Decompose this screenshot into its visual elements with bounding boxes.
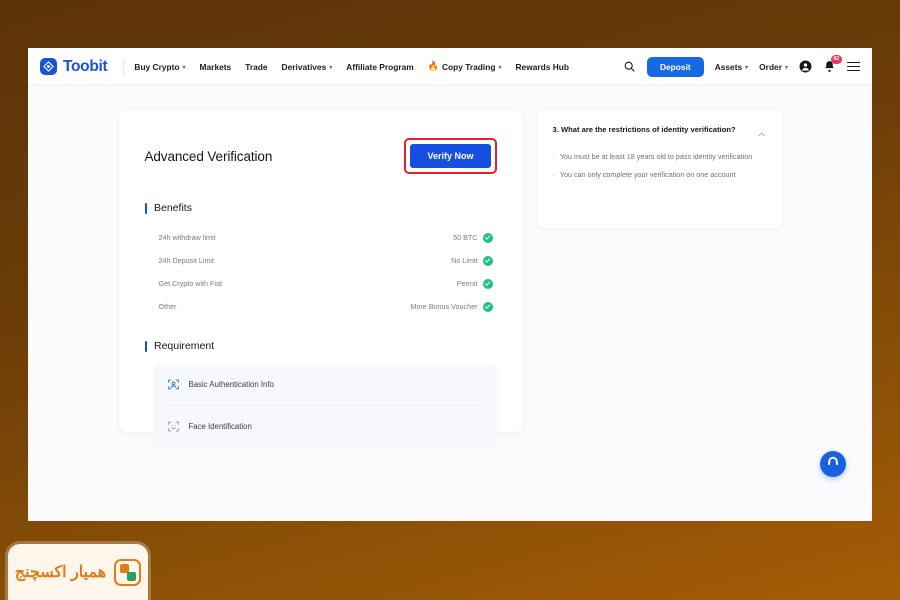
nav-label: Copy Trading: [441, 61, 496, 72]
requirement-label: Basic Authentication Info: [188, 380, 274, 389]
benefit-value-group: No Limit: [451, 255, 493, 266]
nav-label: Affiliate Program: [346, 61, 414, 72]
chevron-down-icon: ▾: [498, 64, 502, 71]
verify-now-button[interactable]: Verify Now: [410, 144, 491, 168]
chevron-down-icon: ▾: [784, 64, 788, 71]
benefit-value: More Bonus Voucher: [410, 302, 478, 311]
faq-answer-item: · You can only complete your verificatio…: [553, 170, 766, 181]
benefit-label: Other: [158, 302, 177, 311]
basic-auth-person-icon: [167, 378, 180, 391]
benefit-label: Get Crypto with Fiat: [158, 279, 223, 288]
faq-question-header[interactable]: 3. What are the restrictions of identity…: [553, 124, 766, 144]
nav-item-buy-crypto[interactable]: Buy Crypto ▾: [134, 62, 185, 72]
benefits-list: 24h withdraw limit 50 BTC 24h Deposit Li…: [145, 226, 497, 318]
nav-links: Buy Crypto ▾ Markets Trade Derivatives ▾…: [134, 60, 570, 72]
section-accent-bar: [144, 202, 147, 214]
search-icon[interactable]: [623, 60, 636, 73]
requirement-section-header: Requirement: [144, 340, 497, 352]
nav-label: Derivatives: [281, 61, 327, 72]
nav-label: Assets: [714, 61, 743, 72]
user-avatar-icon[interactable]: [799, 60, 812, 73]
nav-item-assets[interactable]: Assets ▾: [715, 62, 748, 72]
flame-icon: 🔥: [427, 60, 439, 71]
green-check-icon: [482, 278, 493, 289]
green-check-icon: [482, 301, 493, 312]
faq-panel: 3. What are the restrictions of identity…: [536, 110, 782, 228]
notification-badge: 42: [830, 55, 842, 64]
bullet-marker: ·: [552, 152, 555, 161]
advanced-verification-card: Advanced Verification Verify Now Benefit…: [118, 110, 523, 447]
nav-item-order[interactable]: Order ▾: [759, 62, 788, 72]
nav-right-actions: Deposit Assets ▾ Order ▾ 42: [623, 55, 860, 77]
support-chat-button[interactable]: [820, 451, 846, 477]
faq-answer-list: · You must be at least 18 years old to p…: [553, 152, 766, 181]
benefit-row: 24h withdraw limit 50 BTC: [159, 226, 493, 249]
browser-frame: Toobit Buy Crypto ▾ Markets Trade Deriva…: [28, 48, 872, 521]
bell-icon[interactable]: 42: [823, 55, 842, 73]
benefit-value-group: 50 BTC: [453, 232, 493, 243]
benefits-title: Benefits: [154, 202, 192, 214]
hamburger-menu-icon[interactable]: [847, 61, 860, 72]
benefit-row: Other More Bonus Voucher: [159, 295, 493, 318]
faq-answer-text: You must be at least 18 years old to pas…: [559, 152, 753, 161]
section-accent-bar: [144, 340, 147, 352]
page-title: Advanced Verification: [144, 148, 273, 164]
green-check-icon: [482, 255, 493, 266]
chevron-down-icon: ▾: [329, 64, 333, 71]
benefit-label: 24h Deposit Limit: [158, 256, 215, 265]
requirement-item-face-identification[interactable]: Face Identification: [166, 405, 483, 447]
benefit-row: 24h Deposit Limit No Limit: [159, 249, 493, 272]
nav-label: Trade: [245, 61, 268, 72]
nav-label: Markets: [199, 61, 232, 72]
headset-support-icon: [826, 455, 840, 474]
nav-item-derivatives[interactable]: Derivatives ▾: [282, 62, 333, 72]
benefit-value-group: Permit: [456, 278, 493, 289]
requirement-list: Basic Authentication Info Face Identific…: [152, 364, 497, 447]
nav-item-affiliate-program[interactable]: Affiliate Program: [346, 62, 413, 72]
nav-label: Buy Crypto: [134, 61, 180, 72]
watermark-text: همیار اکسچنج: [14, 564, 107, 581]
requirement-label: Face Identification: [188, 422, 252, 431]
benefit-value: 50 BTC: [453, 233, 478, 242]
benefit-value-group: More Bonus Voucher: [410, 301, 493, 312]
requirement-title: Requirement: [154, 340, 215, 352]
chevron-down-icon: ▾: [745, 64, 749, 71]
watermark: همیار اکسچنج: [8, 544, 148, 600]
nav-label: Rewards Hub: [515, 61, 570, 72]
benefits-section-header: Benefits: [144, 202, 497, 214]
benefit-label: 24h withdraw limit: [158, 233, 216, 242]
benefit-value: No Limit: [451, 256, 478, 265]
benefit-row: Get Crypto with Fiat Permit: [159, 272, 493, 295]
card-header: Advanced Verification Verify Now: [145, 132, 497, 174]
nav-item-rewards-hub[interactable]: Rewards Hub: [516, 62, 570, 72]
chevron-down-icon: ▾: [182, 64, 186, 71]
green-check-icon: [482, 232, 493, 243]
nav-item-markets[interactable]: Markets: [200, 62, 232, 72]
brand-name: Toobit: [63, 57, 108, 75]
top-navigation-bar: Toobit Buy Crypto ▾ Markets Trade Deriva…: [28, 48, 872, 86]
faq-question: 3. What are the restrictions of identity…: [552, 125, 736, 134]
verify-now-highlight: Verify Now: [404, 138, 497, 174]
page-content: Advanced Verification Verify Now Benefit…: [28, 86, 872, 521]
benefit-value: Permit: [456, 279, 478, 288]
toobit-diamond-logo-icon: [40, 58, 57, 75]
face-scan-icon: [167, 420, 180, 433]
bullet-marker: ·: [552, 169, 555, 179]
nav-divider: [123, 58, 125, 75]
nav-label: Order: [759, 61, 782, 72]
faq-answer-item: · You must be at least 18 years old to p…: [553, 152, 766, 163]
nav-item-copy-trading[interactable]: 🔥 Copy Trading ▾: [427, 60, 502, 72]
brand-logo[interactable]: Toobit: [40, 58, 119, 76]
chevron-up-icon[interactable]: [757, 126, 766, 144]
faq-answer-text: You can only complete your verification …: [559, 169, 736, 179]
deposit-button[interactable]: Deposit: [646, 56, 704, 77]
requirement-item-basic-authentication-info[interactable]: Basic Authentication Info: [167, 364, 483, 405]
hamyar-exchange-logo-icon: [114, 558, 142, 586]
nav-item-trade[interactable]: Trade: [245, 62, 267, 72]
